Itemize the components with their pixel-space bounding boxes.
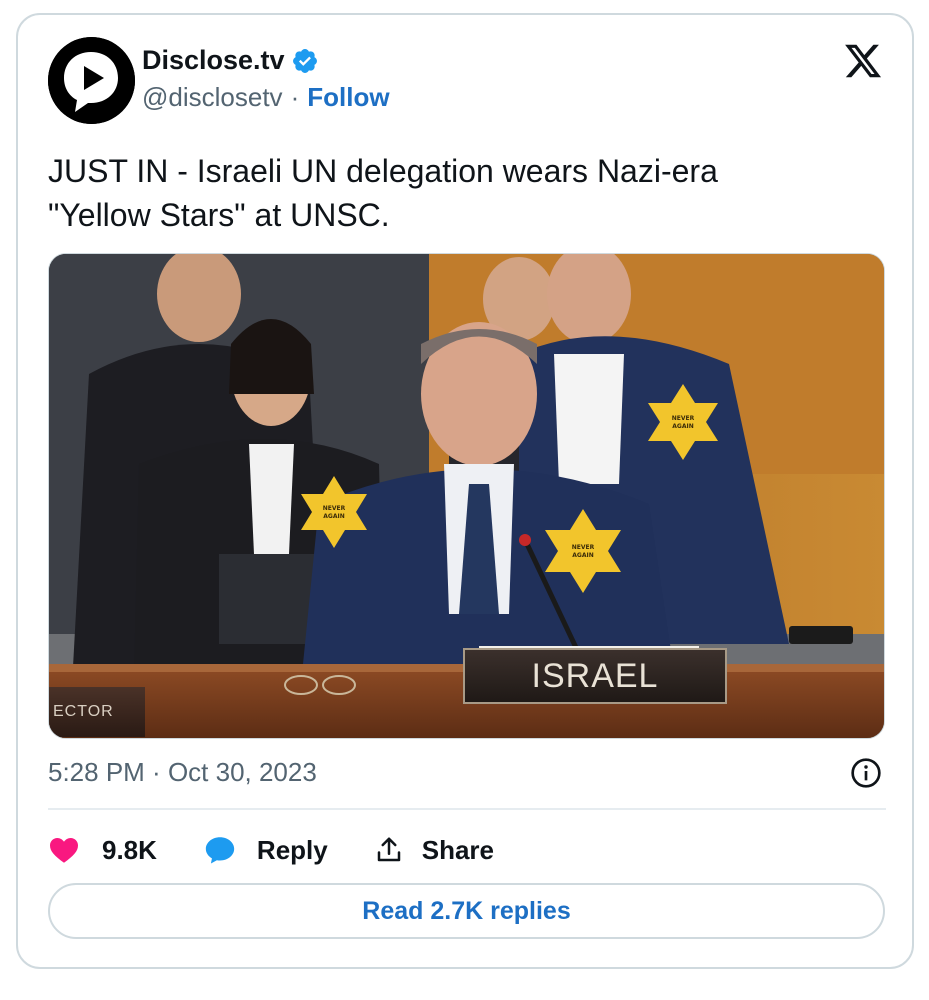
heart-icon <box>50 838 78 863</box>
author-avatar[interactable] <box>48 37 135 124</box>
author-handle[interactable]: @disclosetv <box>142 82 283 113</box>
verified-badge-icon <box>291 47 319 75</box>
svg-text:AGAIN: AGAIN <box>323 513 344 520</box>
info-icon[interactable] <box>850 757 882 789</box>
tweet-timestamp[interactable]: 5:28 PM · Oct 30, 2023 <box>48 757 317 788</box>
svg-text:AGAIN: AGAIN <box>572 552 593 559</box>
author-handle-row: @disclosetv · Follow <box>142 82 390 113</box>
share-button[interactable]: Share <box>374 835 494 866</box>
tweet-time: 5:28 PM <box>48 757 145 787</box>
svg-text:NEVER: NEVER <box>572 544 595 551</box>
tweet-card: Disclose.tv @disclosetv · Follow JUST IN… <box>16 13 914 969</box>
tweet-media-photo[interactable]: NEVER AGAIN NEVER AGAIN NEVER AGAIN ISRA… <box>48 253 885 739</box>
tweet-text-line-1: JUST IN - Israeli UN delegation wears Na… <box>48 153 718 189</box>
read-replies-button[interactable]: Read 2.7K replies <box>48 883 885 939</box>
x-logo-icon[interactable] <box>842 41 884 81</box>
separator-dot: · <box>290 82 300 112</box>
author-display-name[interactable]: Disclose.tv <box>142 45 285 76</box>
share-upload-icon <box>377 837 400 862</box>
disclose-play-logo-icon <box>48 37 135 124</box>
share-label: Share <box>421 834 494 865</box>
reply-label: Reply <box>256 834 328 865</box>
israel-nameplate: ISRAEL <box>463 648 727 704</box>
side-nameplate: ECTOR <box>49 687 145 737</box>
author-name-row: Disclose.tv <box>142 45 319 76</box>
tweet-text: JUST IN - Israeli UN delegation wears Na… <box>48 149 868 237</box>
speech-bubble-icon <box>205 837 235 864</box>
like-count: 9.8K <box>102 834 157 865</box>
tweet-date: Oct 30, 2023 <box>167 757 317 787</box>
divider <box>48 808 886 810</box>
tweet-actions: 9.8K Reply Share <box>48 827 540 873</box>
svg-text:NEVER: NEVER <box>323 505 346 512</box>
timestamp-separator: · <box>144 757 168 787</box>
reply-button[interactable]: Reply <box>203 833 328 867</box>
tweet-text-line-2: "Yellow Stars" at UNSC. <box>48 197 390 233</box>
follow-button[interactable]: Follow <box>307 82 389 113</box>
like-button[interactable]: 9.8K <box>48 834 157 866</box>
svg-text:AGAIN: AGAIN <box>672 423 693 430</box>
svg-text:NEVER: NEVER <box>672 415 695 422</box>
